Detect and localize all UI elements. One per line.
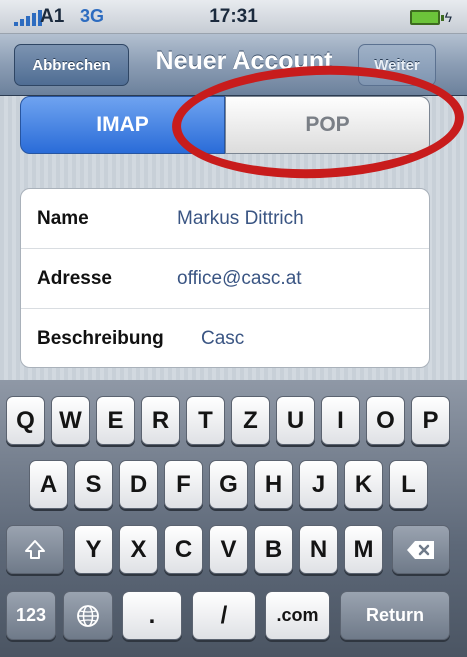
key-o[interactable]: O [366,396,405,445]
description-label: Beschreibung [37,328,164,349]
numbers-key[interactable]: 123 [6,591,56,640]
slash-key[interactable]: / [192,591,256,640]
key-n[interactable]: N [299,525,338,574]
form-row-address[interactable]: Adresse office@casc.at [21,249,429,309]
key-w[interactable]: W [51,396,90,445]
key-m[interactable]: M [344,525,383,574]
return-key[interactable]: Return [340,591,450,640]
key-b[interactable]: B [254,525,293,574]
key-k[interactable]: K [344,460,383,509]
key-a[interactable]: A [29,460,68,509]
key-d[interactable]: D [119,460,158,509]
battery-icon: ϟ [410,9,452,25]
key-z[interactable]: Z [231,396,270,445]
key-t[interactable]: T [186,396,225,445]
dotcom-key[interactable]: .com [265,591,330,640]
shift-key[interactable] [6,525,64,574]
name-label: Name [37,207,89,229]
key-u[interactable]: U [276,396,315,445]
key-s[interactable]: S [74,460,113,509]
key-q[interactable]: Q [6,396,45,445]
key-j[interactable]: J [299,460,338,509]
key-i[interactable]: I [321,396,360,445]
shift-icon [25,539,45,559]
description-field[interactable]: Casc [201,328,244,350]
key-f[interactable]: F [164,460,203,509]
key-c[interactable]: C [164,525,203,574]
globe-icon [77,604,99,627]
key-v[interactable]: V [209,525,248,574]
backspace-icon [407,540,434,559]
status-bar: A1 3G 17:31 ϟ [0,0,467,34]
cancel-button[interactable]: Abbrechen [14,44,129,86]
address-field[interactable]: office@casc.at [177,268,302,290]
globe-key[interactable] [63,591,113,640]
key-p[interactable]: P [411,396,450,445]
form-row-name[interactable]: Name Markus Dittrich [21,189,429,249]
address-label: Adresse [37,267,112,289]
key-y[interactable]: Y [74,525,113,574]
key-x[interactable]: X [119,525,158,574]
keyboard: Q W E R T Z U I O P A S D F G H J K L Y … [0,380,467,657]
form-row-description[interactable]: Beschreibung Casc [21,309,429,367]
clock: 17:31 [209,6,258,27]
key-h[interactable]: H [254,460,293,509]
key-l[interactable]: L [389,460,428,509]
key-r[interactable]: R [141,396,180,445]
dot-key[interactable]: . [122,591,182,640]
name-field[interactable]: Markus Dittrich [177,208,304,230]
delete-key[interactable] [392,525,450,574]
key-e[interactable]: E [96,396,135,445]
key-g[interactable]: G [209,460,248,509]
account-form: Name Markus Dittrich Adresse office@casc… [20,188,430,368]
